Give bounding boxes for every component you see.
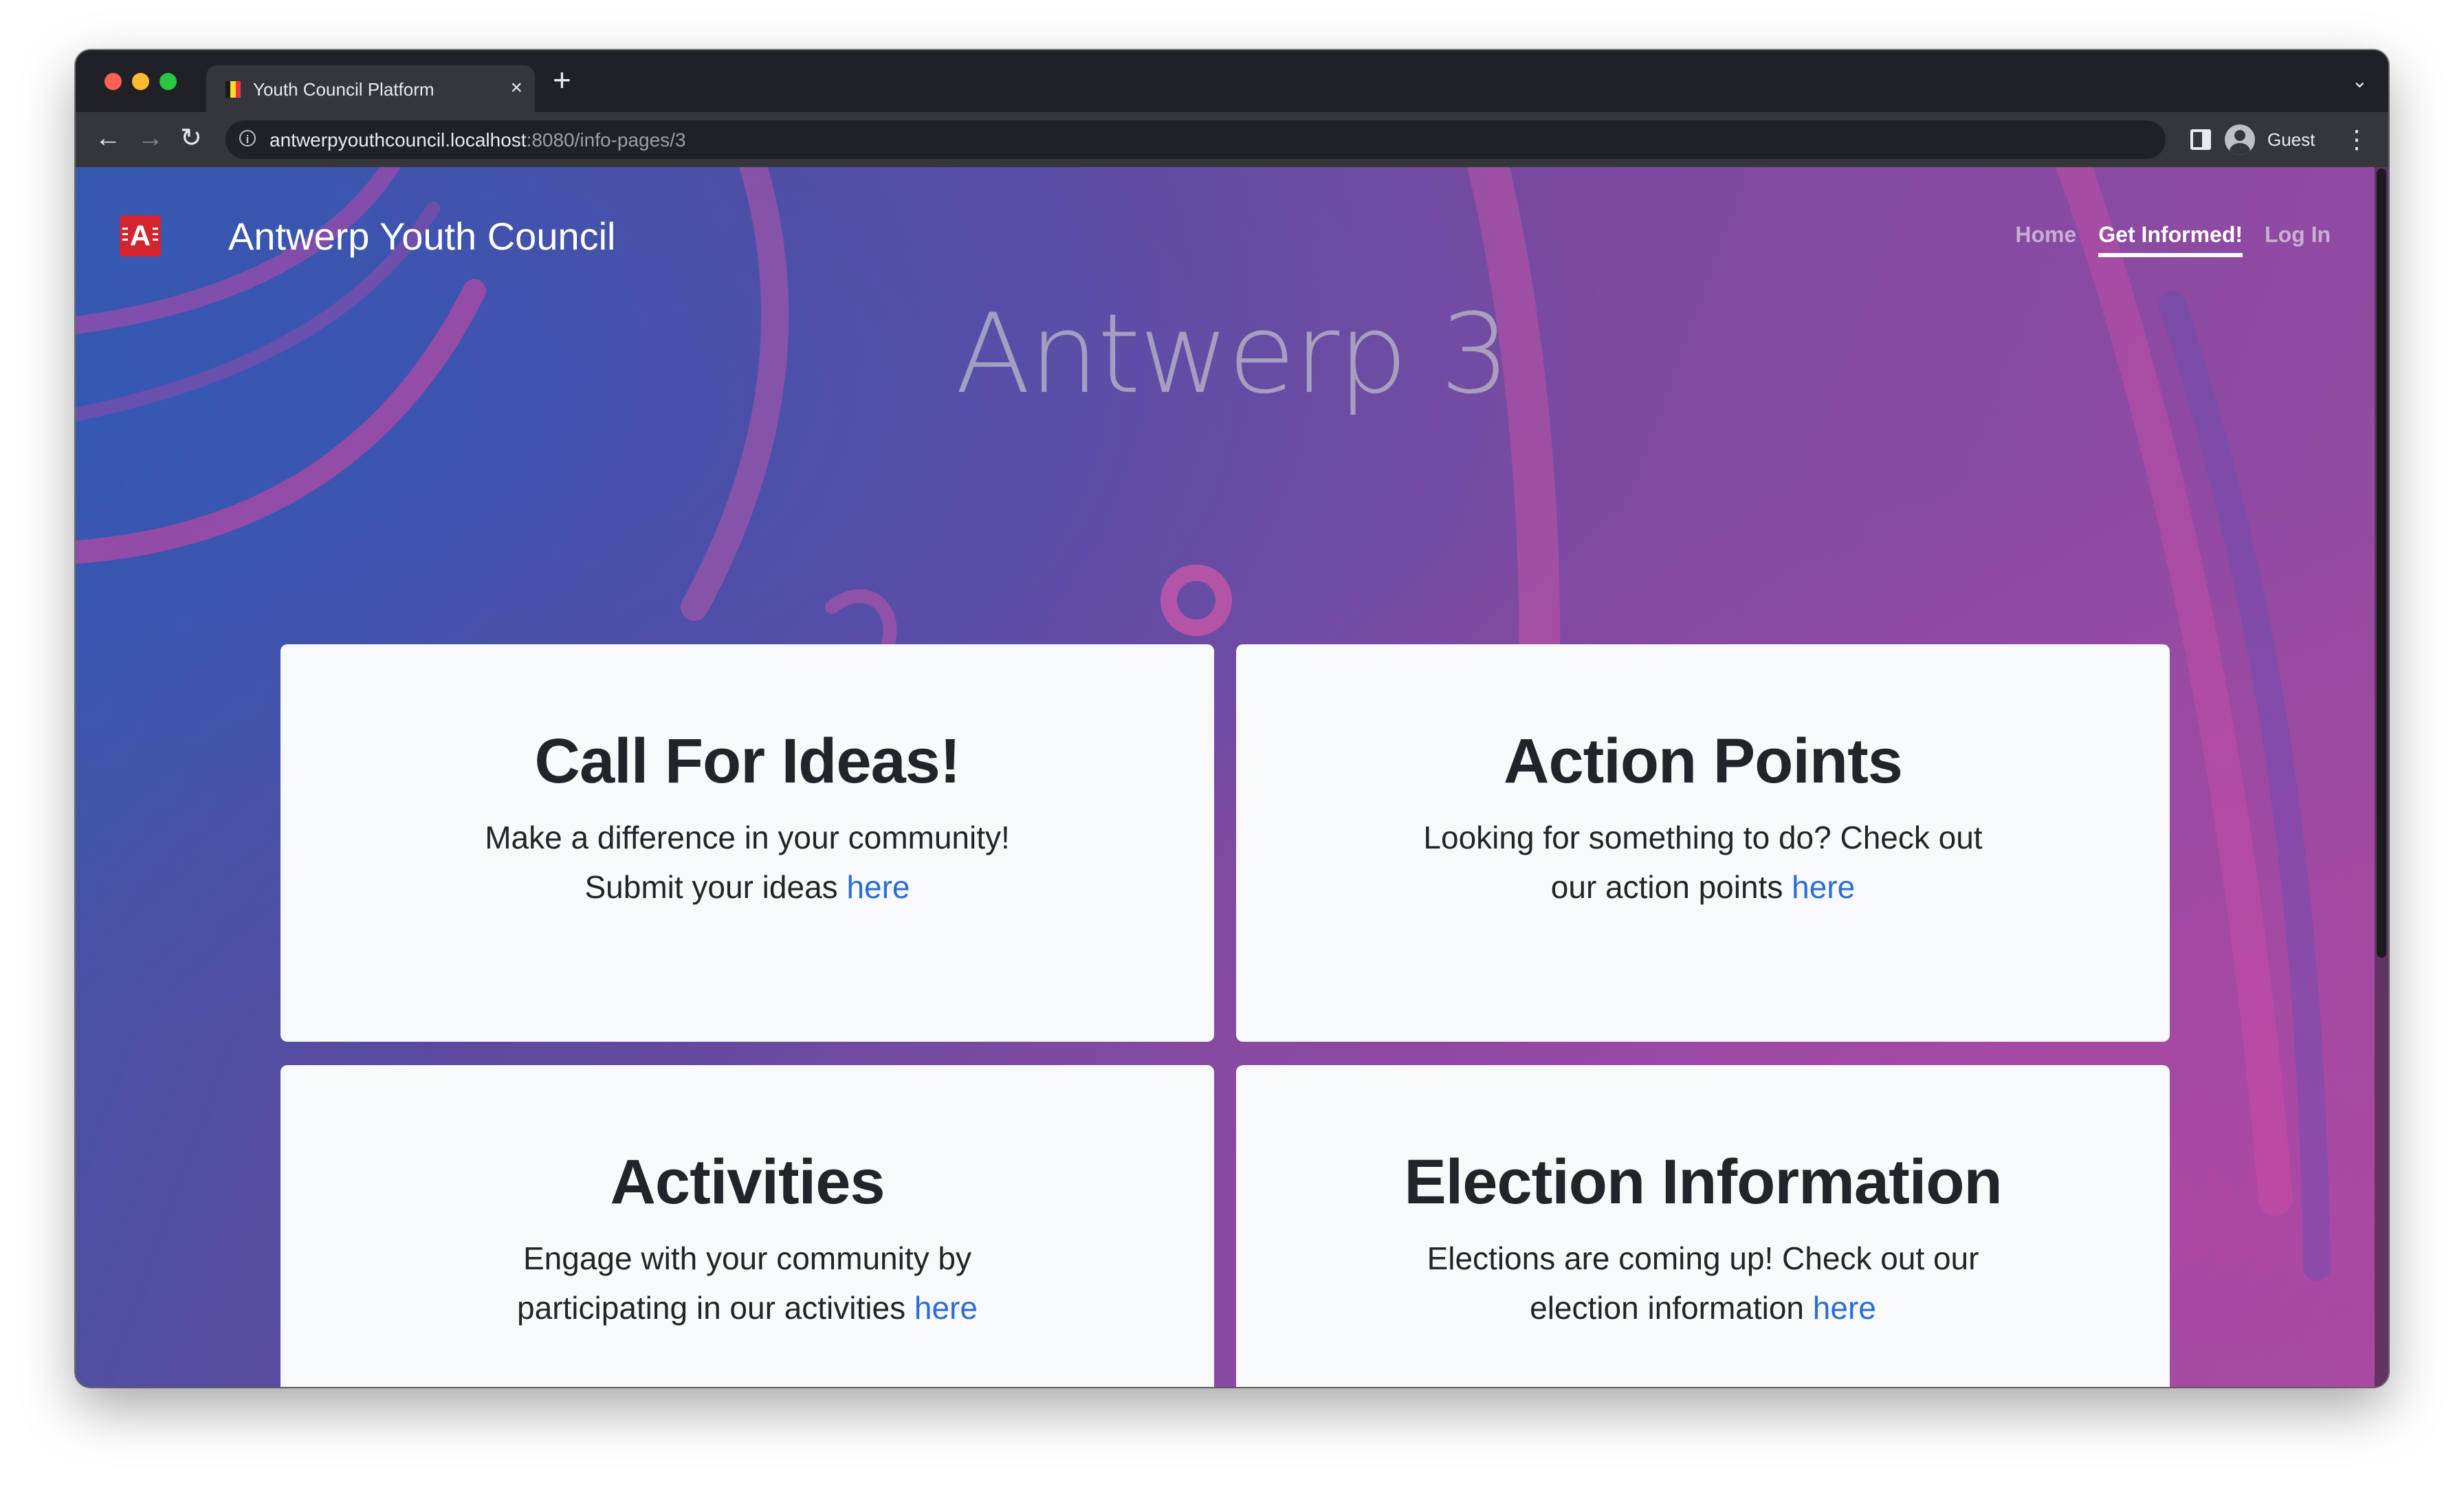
tab-search-chevron-icon[interactable]: ⌄	[2352, 69, 2368, 92]
url-host: antwerpyouthcouncil.localhost	[270, 129, 527, 151]
tab-title: Youth Council Platform	[253, 79, 434, 100]
antwerp-logo-icon[interactable]: A	[120, 215, 161, 256]
nav-log-in[interactable]: Log In	[2265, 222, 2331, 257]
brand-name[interactable]: Antwerp Youth Council	[228, 214, 616, 259]
close-window-button[interactable]	[104, 73, 122, 90]
card-text: Make a difference in your community! Sub…	[485, 820, 1010, 906]
belgian-flag-icon	[226, 81, 241, 98]
tab-strip: Youth Council Platform × + ⌄	[76, 50, 2388, 112]
main-nav: Home Get Informed! Log In	[2015, 222, 2331, 257]
browser-menu-icon[interactable]: ⋮	[2344, 124, 2369, 155]
profile-name: Guest	[2267, 129, 2316, 150]
browser-toolbar: ← → ↻ i antwerpyouthcouncil.localhost:80…	[76, 112, 2388, 167]
minimize-window-button[interactable]	[132, 73, 149, 90]
back-button[interactable]: ←	[95, 123, 121, 153]
card-title: Call For Ideas!	[534, 726, 961, 796]
url-text[interactable]: antwerpyouthcouncil.localhost:8080/info-…	[270, 129, 686, 151]
browser-tab[interactable]: Youth Council Platform ×	[206, 65, 535, 112]
reload-button[interactable]: ↻	[180, 123, 202, 153]
page-viewport: A Antwerp Youth Council Home Get Informe…	[76, 167, 2388, 1387]
profile-button[interactable]: Guest	[2225, 122, 2315, 157]
card-text: Looking for something to do? Check out o…	[1423, 820, 1983, 906]
forward-button[interactable]: →	[138, 123, 164, 153]
site-info-icon[interactable]: i	[239, 130, 256, 146]
card-text: Engage with your community by participat…	[517, 1240, 978, 1326]
close-tab-icon[interactable]: ×	[510, 76, 522, 100]
nav-home[interactable]: Home	[2015, 222, 2076, 257]
side-panel-icon[interactable]	[2190, 129, 2211, 150]
card-title: Election Information	[1404, 1147, 2002, 1217]
maximize-window-button[interactable]	[160, 73, 177, 90]
page-title: Antwerp 3	[955, 289, 1510, 418]
card-title: Activities	[610, 1147, 885, 1217]
browser-window: Youth Council Platform × + ⌄ ← → ↻ i ant…	[76, 50, 2388, 1387]
scrollbar-thumb[interactable]	[2377, 168, 2386, 958]
card-text: Elections are coming up! Check out our e…	[1427, 1240, 1979, 1326]
card-action-points: Action Points Looking for something to d…	[1236, 644, 2170, 1042]
nav-get-informed[interactable]: Get Informed!	[2098, 222, 2243, 257]
url-path: :8080/info-pages/3	[526, 129, 686, 151]
card-call-for-ideas: Call For Ideas! Make a difference in you…	[280, 644, 1214, 1042]
scrollbar[interactable]	[2375, 167, 2388, 1387]
activities-link[interactable]: here	[914, 1290, 978, 1326]
address-bar[interactable]: i antwerpyouthcouncil.localhost:8080/inf…	[226, 120, 2166, 159]
election-information-link[interactable]: here	[1813, 1290, 1876, 1326]
new-tab-button[interactable]: +	[553, 64, 571, 96]
action-points-link[interactable]: here	[1792, 869, 1855, 905]
card-election-information: Election Information Elections are comin…	[1236, 1065, 2170, 1387]
card-title: Action Points	[1504, 726, 1903, 796]
call-for-ideas-link[interactable]: here	[846, 869, 910, 905]
avatar-icon	[2225, 124, 2255, 155]
card-activities: Activities Engage with your community by…	[280, 1065, 1214, 1387]
